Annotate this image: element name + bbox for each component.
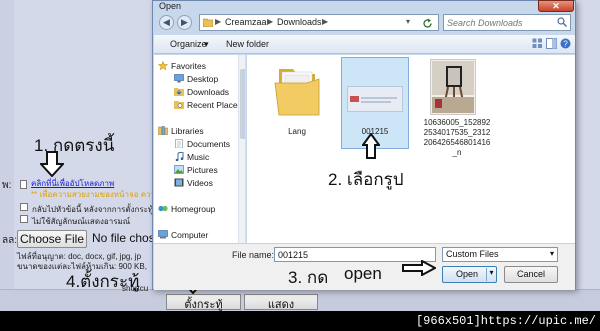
- step3-right-arrow-icon: [402, 260, 436, 276]
- organize-menu[interactable]: Organize: [170, 39, 207, 49]
- dialog-title: Open: [159, 1, 182, 11]
- svg-text:?: ?: [563, 40, 568, 49]
- nav-item-music[interactable]: Music: [187, 152, 209, 162]
- favorites-star-icon: [158, 61, 168, 70]
- nav-item-videos[interactable]: Videos: [187, 178, 213, 188]
- step3-open-annotation: open: [344, 264, 382, 283]
- attach-field-label: พ:: [2, 180, 12, 191]
- cancel-button[interactable]: Cancel: [504, 266, 558, 283]
- breadcrumb-separator: ▶: [322, 17, 329, 26]
- file-name: Lang: [288, 127, 306, 136]
- file-name: 10636005_152892 2534017535_2312 20642654…: [423, 118, 491, 157]
- help-icon[interactable]: ?: [560, 38, 571, 49]
- address-bar[interactable]: ▶ Creamzaa ▶ Downloads ▶ ▾: [199, 14, 439, 31]
- no-file-chosen-text: No file chose: [92, 231, 162, 245]
- nav-scrollbar[interactable]: [238, 55, 245, 243]
- search-downloads-box[interactable]: [443, 14, 571, 31]
- search-input[interactable]: [447, 16, 555, 29]
- libraries-icon: [158, 126, 168, 135]
- page-left-panel: [0, 0, 14, 310]
- attach-file-icon: [20, 180, 27, 189]
- step1-down-arrow-icon: [40, 151, 64, 177]
- nav-item-downloads[interactable]: Downloads: [187, 87, 229, 97]
- file-name-label: File name:: [232, 250, 275, 260]
- folder-icon: [203, 18, 213, 27]
- image-thumbnail-icon: [347, 86, 403, 112]
- documents-icon: [175, 139, 183, 148]
- dialog-toolbar: Organize ▾ New folder ?: [154, 35, 575, 54]
- homegroup-icon: [158, 205, 168, 212]
- return-to-topic-checkbox[interactable]: [20, 203, 28, 211]
- recent-places-icon: [174, 101, 184, 109]
- step2-up-arrow-icon: [362, 133, 380, 159]
- nav-item-documents[interactable]: Documents: [187, 139, 230, 149]
- back-button[interactable]: ◀: [159, 15, 174, 30]
- file-tile-lang[interactable]: Lang: [267, 63, 327, 143]
- music-icon: [175, 152, 184, 161]
- view-options-icon[interactable]: [532, 38, 543, 49]
- nav-item-desktop[interactable]: Desktop: [187, 74, 218, 84]
- computer-icon: [158, 230, 168, 239]
- navigation-pane: Favorites Desktop Downloads Recent Place…: [154, 55, 246, 243]
- watermark-bar: [966x501]https://upic.me/: [0, 311, 600, 331]
- open-button[interactable]: Open ▾: [442, 266, 497, 283]
- open-button-label: Open: [456, 269, 479, 279]
- file-field-label: ลล:: [2, 235, 18, 246]
- nav-scrollbar-thumb[interactable]: [240, 69, 245, 139]
- breadcrumb-separator: ▶: [267, 17, 274, 26]
- nav-group-computer[interactable]: Computer: [171, 230, 208, 240]
- breadcrumb-separator: ▶: [215, 17, 222, 26]
- nav-group-favorites[interactable]: Favorites: [171, 61, 206, 71]
- preview-button[interactable]: แสดงตัวอย่าง: [244, 294, 318, 329]
- desktop-icon: [174, 74, 184, 83]
- breadcrumb-downloads[interactable]: Downloads: [277, 17, 322, 27]
- chevron-down-icon: ▾: [549, 249, 554, 258]
- file-type-select[interactable]: Custom Files ▾: [442, 247, 558, 262]
- pictures-icon: [174, 165, 184, 174]
- nav-group-libraries[interactable]: Libraries: [171, 126, 204, 136]
- videos-icon: [174, 178, 184, 187]
- disable-smilies-checkbox[interactable]: [20, 215, 28, 223]
- post-topic-button[interactable]: ตั้งกระทู้: [166, 294, 241, 311]
- breadcrumb-creamzaa[interactable]: Creamzaa: [225, 17, 267, 27]
- file-tile-10636005[interactable]: 10636005_152892 2534017535_2312 20642654…: [415, 59, 499, 169]
- disable-smilies-label: ไม่ใช้สัญลักษณ์แสดงอารมณ์: [32, 217, 131, 226]
- organize-caret-icon[interactable]: ▾: [204, 39, 209, 50]
- nav-item-recent-places[interactable]: Recent Places: [187, 100, 242, 110]
- address-dropdown-icon[interactable]: ▾: [406, 17, 410, 26]
- preview-pane-icon[interactable]: [546, 38, 557, 49]
- new-folder-button[interactable]: New folder: [226, 39, 269, 49]
- choose-file-button[interactable]: Choose File: [17, 230, 87, 248]
- search-icon[interactable]: [557, 17, 567, 27]
- page-right-strip: [572, 0, 600, 310]
- image-thumbnail-icon: [430, 59, 476, 115]
- file-list-pane: Lang 001215 10636005_152892 2534017535_2…: [247, 55, 575, 243]
- step4-annotation: 4.ตั้งกระทู้: [66, 272, 140, 291]
- folder-icon: [274, 69, 320, 116]
- step2-annotation: 2. เลือกรูป: [328, 170, 404, 189]
- forward-button[interactable]: ▶: [177, 15, 192, 30]
- file-type-value: Custom Files: [446, 249, 499, 259]
- downloads-icon: [174, 88, 184, 96]
- refresh-icon[interactable]: [422, 18, 433, 29]
- close-icon[interactable]: ✕: [538, 0, 574, 12]
- step3-annotation: 3. กด: [288, 268, 329, 287]
- open-split-arrow-icon[interactable]: ▾: [486, 268, 496, 281]
- nav-group-homegroup[interactable]: Homegroup: [171, 204, 215, 214]
- nav-item-pictures[interactable]: Pictures: [187, 165, 218, 175]
